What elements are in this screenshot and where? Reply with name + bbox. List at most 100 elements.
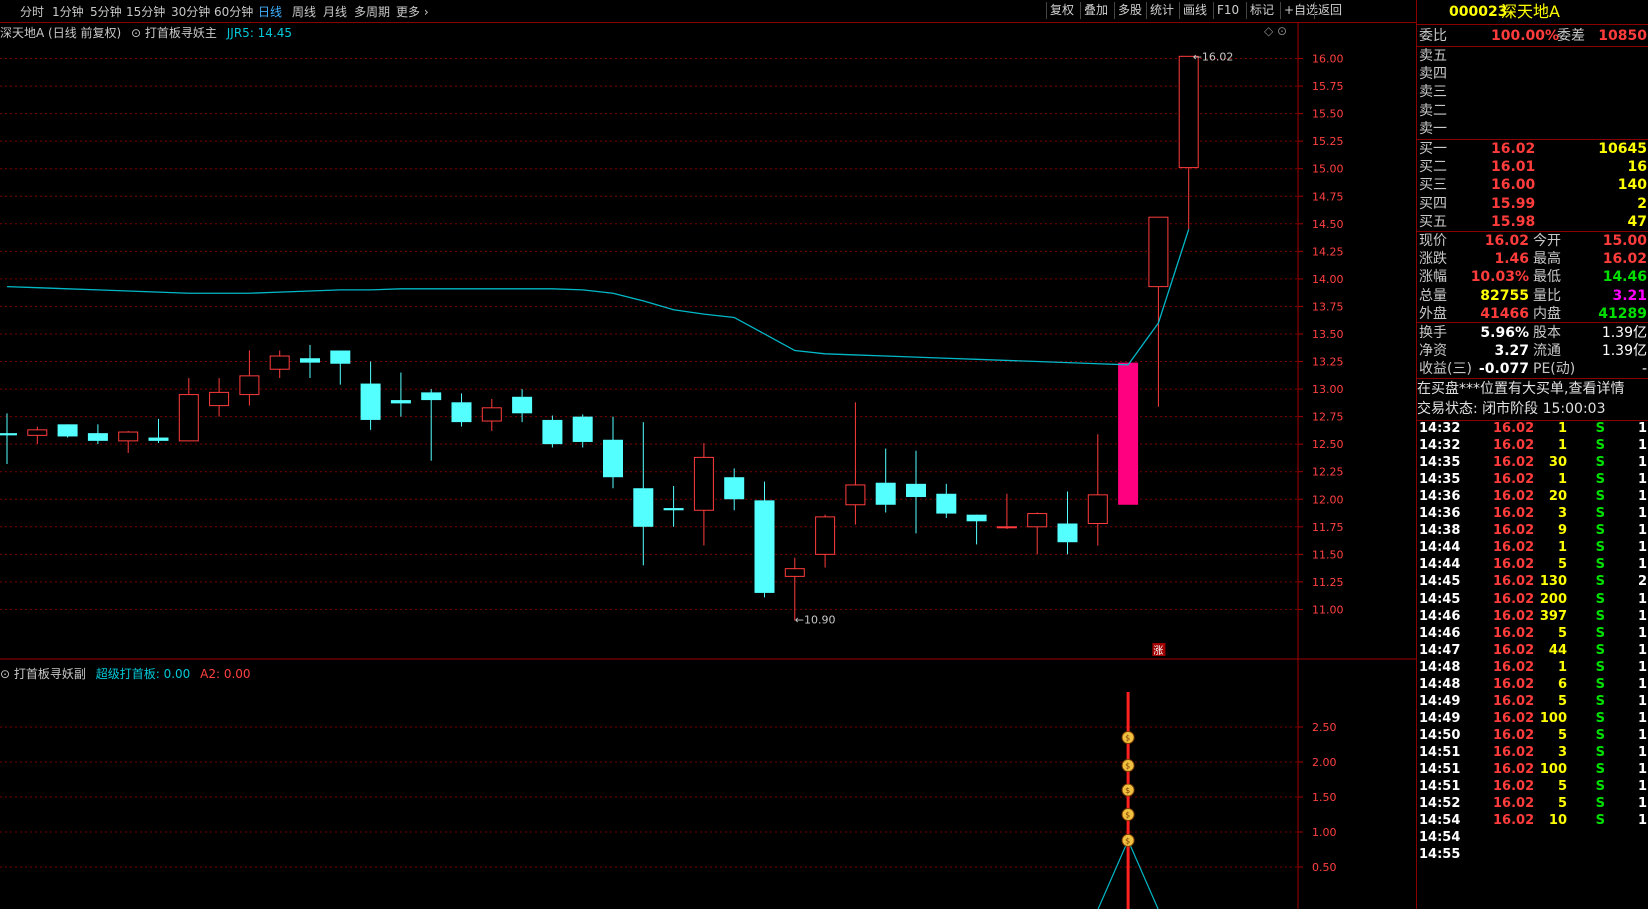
- bid-price: 16.02: [1491, 141, 1536, 157]
- ask-row: 卖三: [1417, 83, 1648, 101]
- tick-side: S: [1595, 557, 1605, 573]
- tick-row: 14:51 16.02 5 S 1: [1417, 778, 1648, 796]
- y-tick-label: 12.75: [1312, 411, 1344, 424]
- period-5[interactable]: 60分钟: [214, 3, 253, 20]
- a2-value: A2: 0.00: [200, 667, 251, 681]
- tick-time: 14:54: [1419, 813, 1461, 829]
- tick-side: S: [1595, 438, 1605, 454]
- tick-time: 14:36: [1419, 489, 1461, 505]
- tick-price: 16.02: [1493, 438, 1535, 454]
- toolbar-button-3[interactable]: 统计: [1146, 2, 1177, 19]
- tick-row: 14:32 16.02 1 S 1: [1417, 437, 1648, 455]
- toolbar-button-8[interactable]: 返回: [1314, 2, 1345, 19]
- y-tick-label: 13.00: [1312, 383, 1344, 396]
- quote-panel: 000023 深天地A 委比 100.00% 委差 10850 卖五 卖四 卖三 卖二…: [1416, 0, 1648, 909]
- coin-glyph: $: [1125, 762, 1130, 771]
- bid-price: 15.99: [1491, 195, 1536, 212]
- tick-count: 1: [1637, 421, 1647, 436]
- tick-count: 1: [1637, 472, 1647, 488]
- tick-count: 1: [1637, 506, 1647, 522]
- quote-value: 15.00: [1602, 233, 1647, 249]
- tick-side: S: [1595, 421, 1605, 436]
- tick-volume: 397: [1539, 608, 1567, 624]
- tick-price: 16.02: [1493, 625, 1535, 641]
- period-8[interactable]: 月线: [323, 3, 347, 20]
- tick-side: S: [1595, 676, 1605, 692]
- kline-chart[interactable]: 深天地A (日线 前复权) ⊙ 打首板寻妖主 JJR5: 14.45 ◇ ⊙ 1…: [0, 22, 1416, 692]
- fund-value: -: [1641, 361, 1647, 378]
- sub-indicator-chart[interactable]: ⊙ 打首板寻妖副 超级打首板: 0.00 A2: 0.00 0.50 1.00 1.…: [0, 667, 1416, 909]
- bid-volume: 2: [1637, 195, 1647, 212]
- tick-price: 16.02: [1493, 796, 1535, 812]
- tick-row: 14:32 16.02 1 S 1: [1417, 420, 1648, 438]
- stock-name: 深天地A: [1501, 2, 1560, 21]
- period-4[interactable]: 30分钟: [171, 3, 210, 20]
- tick-price: 16.02: [1493, 762, 1535, 777]
- tick-count: 1: [1637, 540, 1647, 556]
- bid-label: 买四: [1419, 195, 1447, 212]
- period-6[interactable]: 日线: [258, 3, 282, 20]
- quote-label: 最高: [1533, 251, 1561, 268]
- weibi-value: 100.00%: [1491, 28, 1560, 44]
- notice-text[interactable]: 在买盘***位置有大买单,查看详情: [1417, 380, 1648, 398]
- tick-time: 14:32: [1419, 438, 1461, 454]
- toolbar-button-6[interactable]: 标记: [1246, 2, 1277, 19]
- bid-label: 买二: [1419, 159, 1447, 176]
- tick-count: 1: [1637, 557, 1647, 573]
- candle-body: [421, 392, 442, 401]
- tick-time: 14:49: [1419, 710, 1461, 726]
- tick-row: 14:49 16.02 5 S 1: [1417, 693, 1648, 711]
- tick-volume: 1: [1557, 421, 1567, 436]
- tick-time: 14:35: [1419, 472, 1461, 488]
- sub-indicator-name[interactable]: 打首板寻妖副: [14, 667, 86, 681]
- tick-row: 14:45 16.02 200 S 1: [1417, 591, 1648, 609]
- toolbar-button-1[interactable]: 叠加: [1080, 2, 1111, 19]
- tick-volume: 200: [1539, 591, 1567, 607]
- quote-label: 量比: [1533, 287, 1561, 304]
- tick-volume: 5: [1557, 779, 1567, 795]
- period-2[interactable]: 5分钟: [90, 3, 122, 20]
- main-chart-svg: 11.00 11.25 11.50 11.75 12.00 12.25 12.50 12.75…: [0, 22, 1416, 692]
- tick-row: 14:48 16.02 6 S 1: [1417, 676, 1648, 694]
- period-3[interactable]: 15分钟: [126, 3, 165, 20]
- y-tick-label: 15.00: [1312, 163, 1344, 176]
- period-1[interactable]: 1分钟: [52, 3, 84, 20]
- bid-row: 买五 15.98 47: [1417, 213, 1648, 231]
- marker-text: 涨: [1153, 645, 1163, 657]
- tick-side: S: [1595, 574, 1605, 590]
- toolbar-button-0[interactable]: 复权: [1046, 2, 1077, 19]
- quote-value: 10.03%: [1470, 269, 1529, 286]
- tick-side: S: [1595, 813, 1605, 829]
- quote-row: 现价 16.02 今开 15.00: [1417, 232, 1648, 250]
- tick-row: 14:48 16.02 1 S 1: [1417, 659, 1648, 677]
- tick-price: 16.02: [1493, 557, 1535, 573]
- candle-body: [360, 383, 381, 420]
- fund-row: 净资 3.27 流通 1.39亿: [1417, 342, 1648, 360]
- tick-side: S: [1595, 727, 1605, 743]
- tick-time: 14:49: [1419, 693, 1461, 709]
- period-0[interactable]: 分时: [20, 3, 44, 20]
- period-10[interactable]: 更多 ›: [396, 3, 429, 20]
- sub-settings-icon[interactable]: ⊙: [0, 667, 10, 681]
- period-9[interactable]: 多周期: [354, 3, 390, 20]
- fund-label: PE(动): [1533, 361, 1576, 378]
- tick-price: 16.02: [1493, 744, 1535, 760]
- tick-side: S: [1595, 642, 1605, 658]
- candle-body: [269, 355, 290, 370]
- ask-label: 卖二: [1419, 102, 1447, 119]
- weicha-label: 委差: [1557, 28, 1585, 44]
- tick-volume: 5: [1557, 625, 1567, 641]
- tick-side: S: [1595, 506, 1605, 522]
- quote-label: 最低: [1533, 269, 1561, 286]
- tick-row: 14:51 16.02 3 S 1: [1417, 744, 1648, 762]
- toolbar-button-5[interactable]: F10: [1213, 2, 1242, 19]
- bid-label: 买五: [1419, 213, 1447, 230]
- toolbar-button-4[interactable]: 画线: [1179, 2, 1210, 19]
- tick-side: S: [1595, 779, 1605, 795]
- toolbar-button-2[interactable]: 多股: [1114, 2, 1145, 19]
- fund-value: 1.39亿: [1601, 343, 1647, 360]
- period-7[interactable]: 周线: [292, 3, 316, 20]
- tick-time: 14:50: [1419, 727, 1461, 743]
- tick-row: 14:55: [1417, 846, 1648, 864]
- bid-label: 买三: [1419, 177, 1447, 194]
